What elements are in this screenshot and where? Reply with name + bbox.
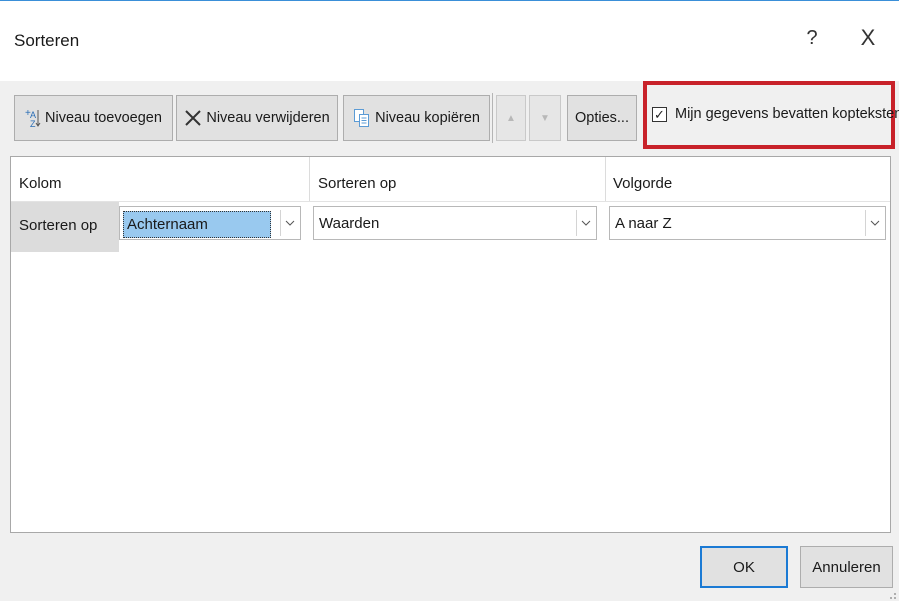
ok-button[interactable]: OK bbox=[700, 546, 788, 588]
headers-checkbox-row[interactable]: ✓ Mijn gegevens bevatten kopteksten bbox=[652, 106, 899, 122]
sort-on-select-value: Waarden bbox=[319, 215, 380, 232]
copy-level-button[interactable]: Niveau kopiëren bbox=[343, 95, 490, 141]
cancel-label: Annuleren bbox=[812, 558, 881, 576]
delete-level-button[interactable]: Niveau verwijderen bbox=[176, 95, 338, 141]
column-header-order: Volgorde bbox=[613, 175, 673, 192]
add-level-icon: + A Z bbox=[25, 107, 41, 129]
order-select-value: A naar Z bbox=[615, 215, 672, 232]
move-up-icon: ▲ bbox=[506, 112, 516, 124]
chevron-down-icon[interactable] bbox=[865, 210, 883, 236]
headers-checkbox-label: Mijn gegevens bevatten kopteksten bbox=[675, 106, 899, 122]
help-button[interactable]: ? bbox=[802, 27, 822, 50]
dialog-title: Sorteren bbox=[14, 31, 80, 50]
copy-level-label: Niveau kopiëren bbox=[375, 110, 480, 126]
resize-grip-icon[interactable] bbox=[885, 587, 897, 599]
svg-text:Z: Z bbox=[30, 119, 36, 129]
copy-icon bbox=[353, 108, 371, 128]
move-up-button[interactable]: ▲ bbox=[496, 95, 526, 141]
options-button[interactable]: Opties... bbox=[567, 95, 637, 141]
move-down-button[interactable]: ▼ bbox=[529, 95, 561, 141]
sort-dialog: Sorteren ? X + A Z Niveau toevoegen Nive… bbox=[0, 0, 899, 601]
row-label: Sorteren op bbox=[19, 217, 98, 234]
ok-label: OK bbox=[733, 558, 755, 576]
chevron-down-icon[interactable] bbox=[280, 210, 298, 236]
title-bar: Sorteren ? X bbox=[0, 1, 899, 81]
column-header-sort-on: Sorteren op bbox=[318, 175, 397, 192]
sort-levels-grid: Kolom Sorteren op Volgorde Sorteren op A… bbox=[10, 156, 891, 533]
header-separator bbox=[11, 201, 890, 202]
checkmark-icon: ✓ bbox=[654, 106, 665, 122]
options-label: Opties... bbox=[575, 110, 629, 126]
column-select-value: Achternaam bbox=[123, 211, 271, 238]
delete-icon bbox=[184, 109, 202, 127]
add-level-label: Niveau toevoegen bbox=[45, 110, 162, 126]
column-header-kolom: Kolom bbox=[19, 175, 62, 192]
sort-on-select[interactable]: Waarden bbox=[313, 206, 597, 240]
headers-checkbox[interactable]: ✓ bbox=[652, 106, 667, 122]
column-divider bbox=[605, 157, 606, 201]
add-level-button[interactable]: + A Z Niveau toevoegen bbox=[14, 95, 173, 141]
order-select[interactable]: A naar Z bbox=[609, 206, 886, 240]
toolbar-separator bbox=[492, 93, 493, 143]
column-divider bbox=[309, 157, 310, 201]
delete-level-label: Niveau verwijderen bbox=[206, 110, 330, 126]
move-down-icon: ▼ bbox=[540, 112, 550, 124]
chevron-down-icon[interactable] bbox=[576, 210, 594, 236]
close-button[interactable]: X bbox=[856, 25, 880, 51]
cancel-button[interactable]: Annuleren bbox=[800, 546, 893, 588]
column-select[interactable]: Achternaam bbox=[119, 206, 301, 240]
